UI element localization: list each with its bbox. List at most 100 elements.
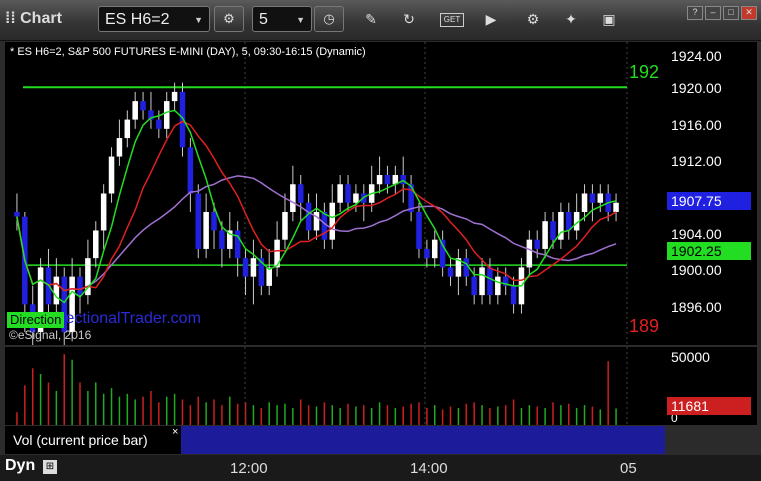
candle-body	[431, 239, 438, 259]
price-tick: 1924.00	[671, 48, 722, 64]
candle-body	[487, 267, 493, 296]
direction-badge: Direction	[7, 312, 65, 328]
help-icon[interactable]: ?	[687, 6, 703, 20]
candle-body	[203, 211, 209, 249]
candle-body	[242, 258, 249, 277]
app-grip-icon: ⁞⁞	[5, 10, 21, 27]
maximize-icon[interactable]: □	[723, 6, 739, 20]
toolbar: ⁞⁞ Chart ES H6=2 ▼ ⚙ 5 ▼ ◷ ✎ ↻ GET ▶ ⚙ ✦ ▣…	[0, 0, 761, 41]
candle-body	[171, 91, 178, 102]
candle-body	[400, 175, 406, 185]
candle-body	[337, 184, 343, 203]
candle-body	[234, 230, 241, 259]
candle-body	[219, 230, 225, 249]
lower-line-label: 189	[629, 316, 660, 336]
candle-body	[250, 258, 257, 277]
candle-body	[211, 211, 217, 231]
volume-axis[interactable]: 50000 0 11681	[665, 347, 757, 425]
refresh-icon[interactable]: ↻	[398, 9, 420, 29]
candle-body	[266, 267, 272, 286]
volume-chart[interactable]	[5, 347, 665, 425]
gear-icon[interactable]: ⚙	[214, 6, 244, 32]
candle-body	[384, 175, 391, 185]
time-tick: 14:00	[410, 460, 448, 477]
volume-pane[interactable]	[5, 347, 665, 425]
time-tick: 12:00	[230, 460, 268, 477]
chevron-down-icon[interactable]: ▼	[296, 7, 305, 33]
interval-value: 5	[259, 11, 268, 28]
candle-body	[140, 101, 146, 111]
watermark: DirectionalTrader.com	[45, 310, 201, 327]
volume-tick: 50000	[671, 349, 710, 365]
time-tick: 05	[620, 460, 637, 477]
symbol-input[interactable]: ES H6=2 ▼	[98, 6, 210, 32]
candle-body	[187, 147, 194, 194]
upper-line-label: 192	[629, 62, 660, 82]
price-tick: 1900.00	[671, 262, 722, 278]
price-tick: 1896.00	[671, 299, 722, 315]
candle-body	[345, 184, 351, 203]
candle-body	[471, 276, 477, 296]
close-icon[interactable]: ✕	[741, 6, 757, 20]
candle-body	[108, 156, 115, 194]
candle-body	[581, 193, 588, 212]
settings-icon[interactable]: ⚙	[522, 9, 544, 29]
copyright: ©eSignal, 2016	[9, 328, 92, 342]
candle-body	[424, 248, 430, 259]
volume-study-label[interactable]: Vol (current price bar)	[5, 426, 181, 454]
clock-icon[interactable]: ◷	[314, 6, 344, 32]
candle-body	[376, 175, 383, 185]
candle-body	[14, 211, 20, 217]
dyn-label[interactable]: Dyn	[5, 457, 35, 475]
get-icon[interactable]: GET	[440, 13, 464, 27]
candle-body	[447, 267, 454, 277]
candle-body	[479, 267, 485, 296]
symbol-value: ES H6=2	[105, 11, 170, 28]
minimize-icon[interactable]: –	[705, 6, 721, 20]
app-title: ⁞⁞ Chart	[5, 10, 62, 28]
price-tick: 1916.00	[671, 117, 722, 133]
candle-body	[179, 91, 186, 148]
candle-body	[542, 221, 548, 249]
level-tag: 1902.25	[667, 242, 751, 260]
price-pane[interactable]: * ES H6=2, S&P 500 FUTURES E-MINI (DAY),…	[5, 42, 665, 384]
candle-body	[297, 184, 304, 203]
interval-input[interactable]: 5 ▼	[252, 6, 312, 32]
lock-icon[interactable]: ⊞	[43, 460, 57, 474]
candle-body	[416, 211, 422, 249]
candle-body	[93, 230, 99, 259]
candle-body	[353, 193, 359, 203]
candle-body	[290, 184, 296, 212]
candle-body	[132, 101, 138, 120]
last-price-tag: 1907.75	[667, 192, 751, 210]
candle-body	[195, 193, 202, 249]
candle-body	[329, 202, 336, 240]
candle-body	[163, 101, 170, 129]
candle-body	[124, 119, 131, 139]
candle-body	[156, 119, 162, 129]
pencil-icon[interactable]: ✎	[360, 9, 382, 29]
chart-header: * ES H6=2, S&P 500 FUTURES E-MINI (DAY),…	[10, 46, 366, 58]
price-chart[interactable]	[5, 42, 665, 384]
app-title-label: Chart	[20, 10, 62, 27]
candle-body	[100, 193, 107, 231]
pin-icon[interactable]: ✦	[560, 9, 582, 29]
time-axis[interactable]: Dyn ⊞ 12:00 14:00 05	[0, 455, 761, 481]
candle-body	[77, 276, 83, 296]
price-tick: 1904.00	[671, 226, 722, 242]
candle-body	[53, 276, 60, 305]
price-axis[interactable]: 1924.00 1920.00 1916.00 1912.00 1904.00 …	[665, 42, 757, 345]
chevron-down-icon[interactable]: ▼	[194, 7, 203, 33]
candle-body	[597, 193, 604, 203]
study-label-bar: Vol (current price bar) ×	[5, 426, 665, 454]
price-tick: 1912.00	[671, 153, 722, 169]
price-tick: 1920.00	[671, 80, 722, 96]
candle-body	[510, 285, 517, 305]
play-icon[interactable]: ▶	[480, 9, 502, 29]
candle-body	[550, 221, 556, 240]
window-controls: ? – □ ✕	[685, 2, 757, 20]
layout-icon[interactable]: ▣	[598, 9, 620, 29]
volume-tag: 11681	[667, 397, 751, 415]
close-icon[interactable]: ×	[172, 426, 178, 438]
candle-body	[116, 138, 123, 157]
